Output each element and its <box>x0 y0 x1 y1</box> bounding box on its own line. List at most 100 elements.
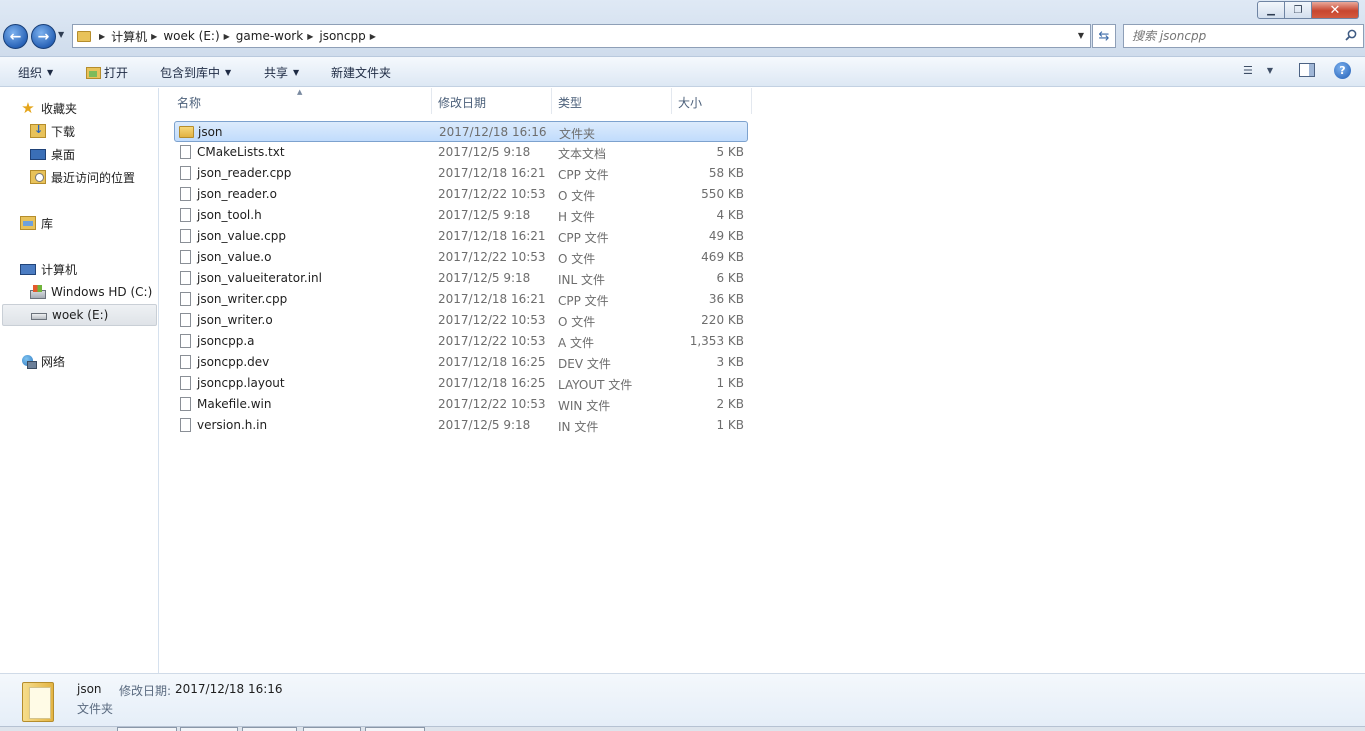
open-label: 打开 <box>104 66 129 80</box>
file-date: 2017/12/22 10:53 <box>438 187 546 201</box>
file-type: INL 文件 <box>558 273 606 287</box>
address-bar[interactable]: ▶ 计算机 ▶ woek (E:) ▶ game-work ▶ jsoncpp … <box>72 24 1091 48</box>
recent-places-icon <box>30 170 46 184</box>
refresh-button[interactable]: ⇆ <box>1092 24 1116 48</box>
column-header-name[interactable]: ▲ 名称 <box>160 88 432 114</box>
file-row[interactable]: jsoncpp.layout 2017/12/18 16:25 LAYOUT 文件 1… <box>174 373 748 394</box>
file-row[interactable]: Makefile.win 2017/12/22 10:53 WIN 文件 2 KB <box>174 394 748 415</box>
file-icon <box>180 334 191 348</box>
file-type: H 文件 <box>558 210 595 224</box>
computer-icon <box>20 263 36 275</box>
file-icon <box>180 250 191 264</box>
file-row[interactable]: json_writer.o 2017/12/22 10:53 O 文件 220 KB <box>174 310 748 331</box>
refresh-icon: ⇆ <box>1098 28 1110 44</box>
file-row[interactable]: json_tool.h 2017/12/5 9:18 H 文件 4 KB <box>174 205 748 226</box>
nav-network[interactable]: 网络 <box>20 350 65 372</box>
file-name: json_writer.cpp <box>197 292 288 306</box>
open-button[interactable]: 打开 <box>86 64 128 81</box>
column-label: 大小 <box>678 96 703 110</box>
column-label: 名称 <box>177 96 202 110</box>
chevron-right-icon[interactable]: ▶ <box>151 32 157 41</box>
share-label: 共享 <box>264 66 289 80</box>
details-date-label: 修改日期: <box>119 684 172 698</box>
caret-down-icon: ▼ <box>293 68 300 77</box>
nav-favorites[interactable]: ★ 收藏夹 <box>20 97 77 119</box>
file-row[interactable]: jsoncpp.a 2017/12/22 10:53 A 文件 1,353 KB <box>174 331 748 352</box>
chevron-right-icon[interactable]: ▶ <box>370 32 376 41</box>
breadcrumb-drive-e[interactable]: woek (E:) <box>163 29 219 43</box>
nav-libraries[interactable]: 库 <box>20 212 53 234</box>
organize-label: 组织 <box>18 66 43 80</box>
nav-label: 计算机 <box>41 262 78 277</box>
file-date: 2017/12/18 16:21 <box>438 229 546 243</box>
column-header-size[interactable]: 大小 <box>672 88 752 114</box>
nav-drive-c[interactable]: Windows HD (C:) <box>30 281 152 303</box>
file-row[interactable]: json_value.o 2017/12/22 10:53 O 文件 469 KB <box>174 247 748 268</box>
new-folder-button[interactable]: 新建文件夹 <box>331 64 391 81</box>
breadcrumb-game-work[interactable]: game-work <box>236 29 303 43</box>
file-row[interactable]: json_reader.cpp 2017/12/18 16:21 CPP 文件 58 … <box>174 163 748 184</box>
caret-down-icon: ▼ <box>47 68 54 77</box>
search-input[interactable] <box>1132 29 1342 43</box>
file-date: 2017/12/18 16:21 <box>438 166 546 180</box>
file-type: 文件夹 <box>559 127 596 141</box>
file-date: 2017/12/5 9:18 <box>438 145 531 159</box>
desktop-icon <box>30 148 46 160</box>
file-icon <box>180 166 191 180</box>
chevron-right-icon[interactable]: ▶ <box>224 32 230 41</box>
file-type: 文本文档 <box>558 147 607 161</box>
file-row[interactable]: CMakeLists.txt 2017/12/5 9:18 文本文档 5 KB <box>174 142 748 163</box>
minimize-button[interactable]: ▁ <box>1257 1 1285 19</box>
nav-downloads[interactable]: 下载 <box>30 120 75 142</box>
close-button[interactable]: ✕ <box>1312 1 1359 19</box>
file-row[interactable]: json_value.cpp 2017/12/18 16:21 CPP 文件 49 K… <box>174 226 748 247</box>
column-header-type[interactable]: 类型 <box>552 88 672 114</box>
star-icon: ★ <box>21 99 35 117</box>
folder-icon <box>179 126 194 138</box>
file-row[interactable]: json_writer.cpp 2017/12/18 16:21 CPP 文件 36 … <box>174 289 748 310</box>
file-size: 1 KB <box>716 376 744 390</box>
file-type: CPP 文件 <box>558 294 609 308</box>
change-view-button[interactable]: ☰ ▼ <box>1243 64 1273 77</box>
search-icon[interactable] <box>1345 29 1357 41</box>
address-history-dropdown[interactable]: ▼ <box>1078 31 1084 40</box>
nav-label: 收藏夹 <box>41 101 78 116</box>
breadcrumb-computer[interactable]: 计算机 <box>111 28 147 45</box>
chevron-right-icon[interactable]: ▶ <box>99 32 105 41</box>
file-row[interactable]: json_valueiterator.inl 2017/12/5 9:18 INL … <box>174 268 748 289</box>
file-date: 2017/12/18 16:25 <box>438 376 546 390</box>
include-in-library-button[interactable]: 包含到库中 ▼ <box>160 64 231 81</box>
nav-recent-places[interactable]: 最近访问的位置 <box>30 166 135 188</box>
open-folder-icon <box>86 66 101 79</box>
nav-computer[interactable]: 计算机 <box>20 258 77 280</box>
nav-drive-e[interactable]: woek (E:) <box>2 304 157 326</box>
chevron-right-icon[interactable]: ▶ <box>307 32 313 41</box>
file-row[interactable]: jsoncpp.dev 2017/12/18 16:25 DEV 文件 3 KB <box>174 352 748 373</box>
file-type: CPP 文件 <box>558 168 609 182</box>
details-type: 文件夹 <box>77 702 114 716</box>
column-header-date[interactable]: 修改日期 <box>432 88 552 114</box>
recent-pages-dropdown[interactable]: ▼ <box>58 30 64 39</box>
file-name: json_writer.o <box>197 313 273 327</box>
preview-pane-icon[interactable] <box>1299 63 1315 77</box>
file-icon <box>180 355 191 369</box>
back-button[interactable]: ← <box>3 24 28 49</box>
file-size: 220 KB <box>701 313 744 327</box>
file-name: json_value.cpp <box>197 229 286 243</box>
breadcrumb-jsoncpp[interactable]: jsoncpp <box>319 29 365 43</box>
organize-button[interactable]: 组织 ▼ <box>18 64 53 81</box>
maximize-button[interactable]: ❐ <box>1285 1 1312 19</box>
share-button[interactable]: 共享 ▼ <box>264 64 299 81</box>
help-icon[interactable]: ? <box>1334 62 1351 79</box>
nav-desktop[interactable]: 桌面 <box>30 143 75 165</box>
new-folder-label: 新建文件夹 <box>331 66 392 80</box>
column-headers: ▲ 名称 修改日期 类型 大小 <box>160 88 752 114</box>
file-size: 49 KB <box>708 229 744 243</box>
file-row[interactable]: version.h.in 2017/12/5 9:18 IN 文件 1 KB <box>174 415 748 436</box>
file-row[interactable]: json 2017/12/18 16:16 文件夹 <box>174 121 748 142</box>
forward-button[interactable]: → <box>31 24 56 49</box>
search-box[interactable] <box>1123 24 1364 48</box>
file-type: A 文件 <box>558 336 595 350</box>
file-row[interactable]: json_reader.o 2017/12/22 10:53 O 文件 550 KB <box>174 184 748 205</box>
file-name: json <box>198 125 223 139</box>
